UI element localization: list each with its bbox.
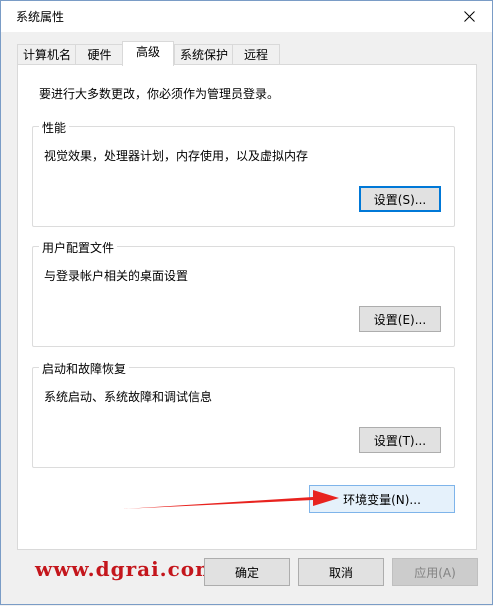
system-properties-dialog: 系统属性 计算机名 硬件 高级 系统保护 远程 要进行大多数更改，你必须作为管理… [0, 0, 493, 605]
performance-group: 性能 视觉效果，处理器计划，内存使用，以及虚拟内存 设置(S)... [32, 119, 455, 227]
tab-hardware[interactable]: 硬件 [75, 44, 124, 65]
group-description: 与登录帐户相关的桌面设置 [44, 269, 189, 283]
ok-button[interactable]: 确定 [204, 558, 290, 586]
close-button[interactable] [446, 1, 492, 32]
user-profiles-group: 用户配置文件 与登录帐户相关的桌面设置 设置(E)... [32, 239, 455, 347]
group-title: 性能 [39, 119, 70, 136]
window-title: 系统属性 [16, 10, 65, 24]
watermark-text: www.dgrai.com [35, 557, 218, 581]
group-title: 用户配置文件 [39, 239, 118, 256]
title-bar: 系统属性 [1, 1, 492, 32]
apply-button[interactable]: 应用(A) [392, 558, 478, 586]
tab-computer-name[interactable]: 计算机名 [17, 44, 77, 65]
cancel-button[interactable]: 取消 [298, 558, 384, 586]
advanced-tab-panel: 要进行大多数更改，你必须作为管理员登录。 性能 视觉效果，处理器计划，内存使用，… [17, 64, 477, 550]
startup-recovery-group: 启动和故障恢复 系统启动、系统故障和调试信息 设置(T)... [32, 360, 455, 468]
admin-notice: 要进行大多数更改，你必须作为管理员登录。 [39, 87, 280, 101]
tab-system-protection[interactable]: 系统保护 [174, 44, 234, 65]
user-profiles-settings-button[interactable]: 设置(E)... [359, 306, 441, 332]
group-description: 视觉效果，处理器计划，内存使用，以及虚拟内存 [44, 149, 309, 163]
group-description: 系统启动、系统故障和调试信息 [44, 390, 213, 404]
tab-remote[interactable]: 远程 [232, 44, 280, 65]
startup-recovery-settings-button[interactable]: 设置(T)... [359, 427, 441, 453]
environment-variables-button[interactable]: 环境变量(N)... [309, 485, 455, 513]
group-title: 启动和故障恢复 [39, 360, 130, 377]
performance-settings-button[interactable]: 设置(S)... [359, 186, 441, 212]
tab-advanced[interactable]: 高级 [122, 41, 174, 66]
close-icon [463, 11, 475, 22]
